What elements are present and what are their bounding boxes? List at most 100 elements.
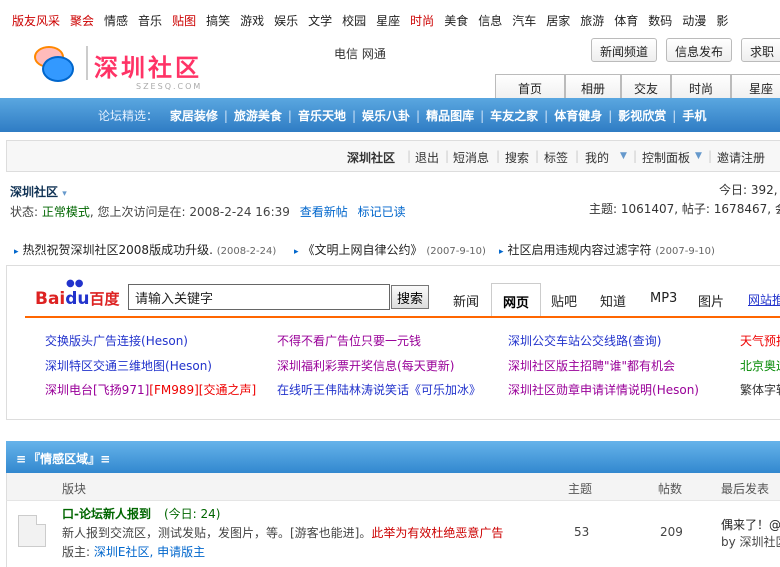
netcom-link[interactable]: 网通	[362, 47, 386, 61]
promo-link[interactable]: 天气预报	[740, 332, 780, 349]
toolbar-control-panel-link[interactable]: 控制面板	[642, 149, 690, 166]
toolbar-mine-link[interactable]: 我的	[585, 149, 609, 166]
promo-link-extra: (每天更新)	[397, 359, 455, 373]
tab-home[interactable]: 首页	[495, 74, 565, 98]
forum-totals: 主题: 1061407, 帖子: 1678467, 会员	[589, 202, 780, 216]
forum-pick-link[interactable]: 音乐天地	[298, 109, 346, 123]
tab-web[interactable]: 网页	[491, 283, 541, 316]
forum-section-header[interactable]: ≡ 『情感区域』≡	[6, 441, 780, 473]
announcement-date: (2007-9-10)	[426, 246, 486, 257]
forum-pick-link[interactable]: 体育健身	[554, 109, 602, 123]
promo-link-text: 不得不看广告位只要一元钱	[277, 334, 422, 348]
promo-link[interactable]: 深圳公交车站公交线路(查询)	[508, 332, 661, 349]
tab-friends[interactable]: 交友	[621, 74, 671, 98]
top-nav-item[interactable]: 汽车	[512, 14, 536, 28]
top-nav-item[interactable]: 搞笑	[206, 14, 230, 28]
top-nav-item[interactable]: 美食	[444, 14, 468, 28]
tab-fashion[interactable]: 时尚	[671, 74, 731, 98]
promo-link[interactable]: 深圳福利彩票开奖信息(每天更新)	[277, 357, 454, 374]
forum-pick-link[interactable]: 精品图库	[426, 109, 474, 123]
promo-link-text: 深圳社区勋章申请详情说明	[508, 383, 653, 397]
site-logo[interactable]: 深圳社区 SZESQ.COM	[34, 44, 234, 94]
top-nav-item[interactable]: 数码	[648, 14, 672, 28]
top-nav-item[interactable]: 星座	[376, 14, 400, 28]
forum-pick-link[interactable]: 手机	[682, 109, 706, 123]
top-nav-item[interactable]: 游戏	[240, 14, 264, 28]
top-nav-item[interactable]: 信息	[478, 14, 502, 28]
view-new-posts-link[interactable]: 查看新帖	[300, 205, 348, 219]
status-line: 状态: 正常模式, 您上次访问是在: 2008-2-24 16:39 查看新帖 …	[10, 203, 406, 220]
toolbar-search-link[interactable]: 搜索	[505, 149, 529, 166]
toolbar-messages-link[interactable]: 短消息	[453, 149, 489, 166]
post-info-button[interactable]: 信息发布	[666, 38, 733, 62]
promo-link[interactable]: 不得不看广告位只要一元钱	[277, 332, 421, 349]
tab-zhidao[interactable]: 知道	[600, 291, 626, 310]
tab-sites[interactable]: 网站推	[748, 291, 780, 308]
moderators-label: 版主:	[62, 545, 91, 559]
chevron-down-icon[interactable]: ▼	[620, 151, 627, 161]
forum-pick-link[interactable]: 旅游美食	[234, 109, 282, 123]
picks-separator: |	[480, 109, 485, 123]
job-button[interactable]: 求职	[741, 38, 780, 62]
toolbar-logout-link[interactable]: 退出	[415, 149, 439, 166]
tab-mp3[interactable]: MP3	[650, 291, 677, 306]
announcement-item[interactable]: ▸ 《文明上网自律公约》 (2007-9-10)	[294, 241, 486, 258]
forum-pick-link[interactable]: 家居装修	[170, 109, 218, 123]
toolbar-home-link[interactable]: 深圳社区	[347, 149, 395, 166]
promo-link-extra: (Heson)	[652, 383, 699, 397]
forum-pick-link[interactable]: 车友之家	[490, 109, 538, 123]
top-nav-item[interactable]: 旅游	[580, 14, 604, 28]
chevron-down-icon[interactable]: ▼	[695, 151, 702, 161]
promo-link[interactable]: 北京奥运	[740, 357, 780, 374]
top-nav-item[interactable]: 情感	[104, 14, 128, 28]
toolbar-invite-link[interactable]: 邀请注册	[717, 149, 765, 166]
picks-separator: |	[544, 109, 549, 123]
top-nav-item[interactable]: 居家	[546, 14, 570, 28]
breadcrumb[interactable]: 深圳社区 ▾	[10, 183, 67, 200]
search-divider	[25, 316, 780, 318]
promo-link[interactable]: 深圳电台[飞扬971][FM989][交通之声]	[45, 381, 256, 398]
announcement-item[interactable]: ▸ 社区启用违规内容过滤字符 (2007-9-10)	[499, 241, 715, 258]
forum-pick-link[interactable]: 影视欣赏	[618, 109, 666, 123]
top-nav-item[interactable]: 动漫	[682, 14, 706, 28]
forum-pick-link[interactable]: 娱乐八卦	[362, 109, 410, 123]
tab-tieba[interactable]: 贴吧	[551, 291, 577, 310]
top-nav-item[interactable]: 校园	[342, 14, 366, 28]
moderators-links[interactable]: 深圳E社区, 申请版主	[94, 545, 205, 559]
announcement-item[interactable]: ▸ 热烈祝贺深圳社区2008版成功升级. (2008-2-24)	[14, 241, 276, 258]
search-input[interactable]	[128, 284, 390, 310]
toolbar-separator: |	[535, 149, 540, 163]
tab-album[interactable]: 相册	[565, 74, 621, 98]
news-channel-button[interactable]: 新闻频道	[591, 38, 658, 62]
top-nav-item[interactable]: 音乐	[138, 14, 162, 28]
mark-read-link[interactable]: 标记已读	[358, 205, 406, 219]
picks-separator: |	[608, 109, 613, 123]
tab-horoscope[interactable]: 星座	[731, 74, 780, 98]
tab-images[interactable]: 图片	[698, 291, 724, 310]
chat-bubble-icon	[42, 56, 74, 82]
top-nav-item[interactable]: 文学	[308, 14, 332, 28]
last-post-author[interactable]: by 深圳社区	[721, 533, 780, 550]
top-nav-item[interactable]: 贴图	[172, 14, 196, 28]
promo-link[interactable]: 深圳社区勋章申请详情说明(Heson)	[508, 381, 699, 398]
promo-link[interactable]: 深圳特区交通三维地图(Heson)	[45, 357, 212, 374]
tab-news[interactable]: 新闻	[453, 291, 479, 310]
top-nav-item[interactable]: 娱乐	[274, 14, 298, 28]
forum-name-link[interactable]: 口-论坛新人报到	[62, 505, 151, 522]
baidu-logo[interactable]: Baidu百度	[35, 288, 120, 309]
promo-link[interactable]: 交换版头广告连接(Heson)	[45, 332, 188, 349]
last-post-title[interactable]: 偶来了！@	[721, 516, 780, 533]
promo-link[interactable]: 在线听王伟陆林涛说笑话《可乐加冰》	[277, 381, 481, 398]
top-nav-item[interactable]: 聚会	[70, 14, 94, 28]
toolbar-tags-link[interactable]: 标签	[544, 149, 568, 166]
promo-link-extra: (查询)	[628, 334, 662, 348]
promo-link[interactable]: 繁体字转	[740, 381, 780, 398]
top-nav-item[interactable]: 版友风采	[12, 14, 60, 28]
promo-link[interactable]: 深圳社区版主招聘"谁"都有机会	[508, 357, 675, 374]
top-nav-item[interactable]: 影	[716, 14, 728, 28]
search-button[interactable]: 搜索	[391, 285, 429, 309]
top-nav-item[interactable]: 体育	[614, 14, 638, 28]
telecom-link[interactable]: 电信	[334, 47, 358, 61]
top-nav-item[interactable]: 时尚	[410, 14, 434, 28]
promo-link-text: 深圳电台[飞扬971]	[45, 383, 150, 397]
